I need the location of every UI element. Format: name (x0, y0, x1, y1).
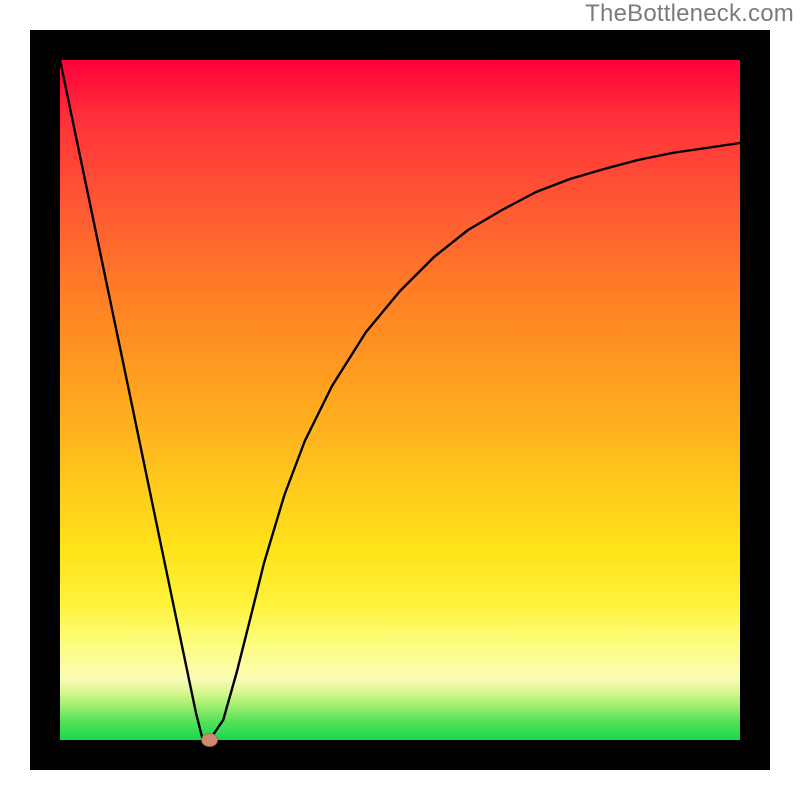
chart-stage: TheBottleneck.com (0, 0, 800, 800)
chart-plot-area (60, 60, 740, 740)
attribution-text: TheBottleneck.com (585, 0, 794, 28)
bottleneck-curve (60, 60, 740, 740)
marker-dot (202, 734, 218, 747)
chart-frame (30, 30, 770, 770)
curve-svg (60, 60, 740, 740)
